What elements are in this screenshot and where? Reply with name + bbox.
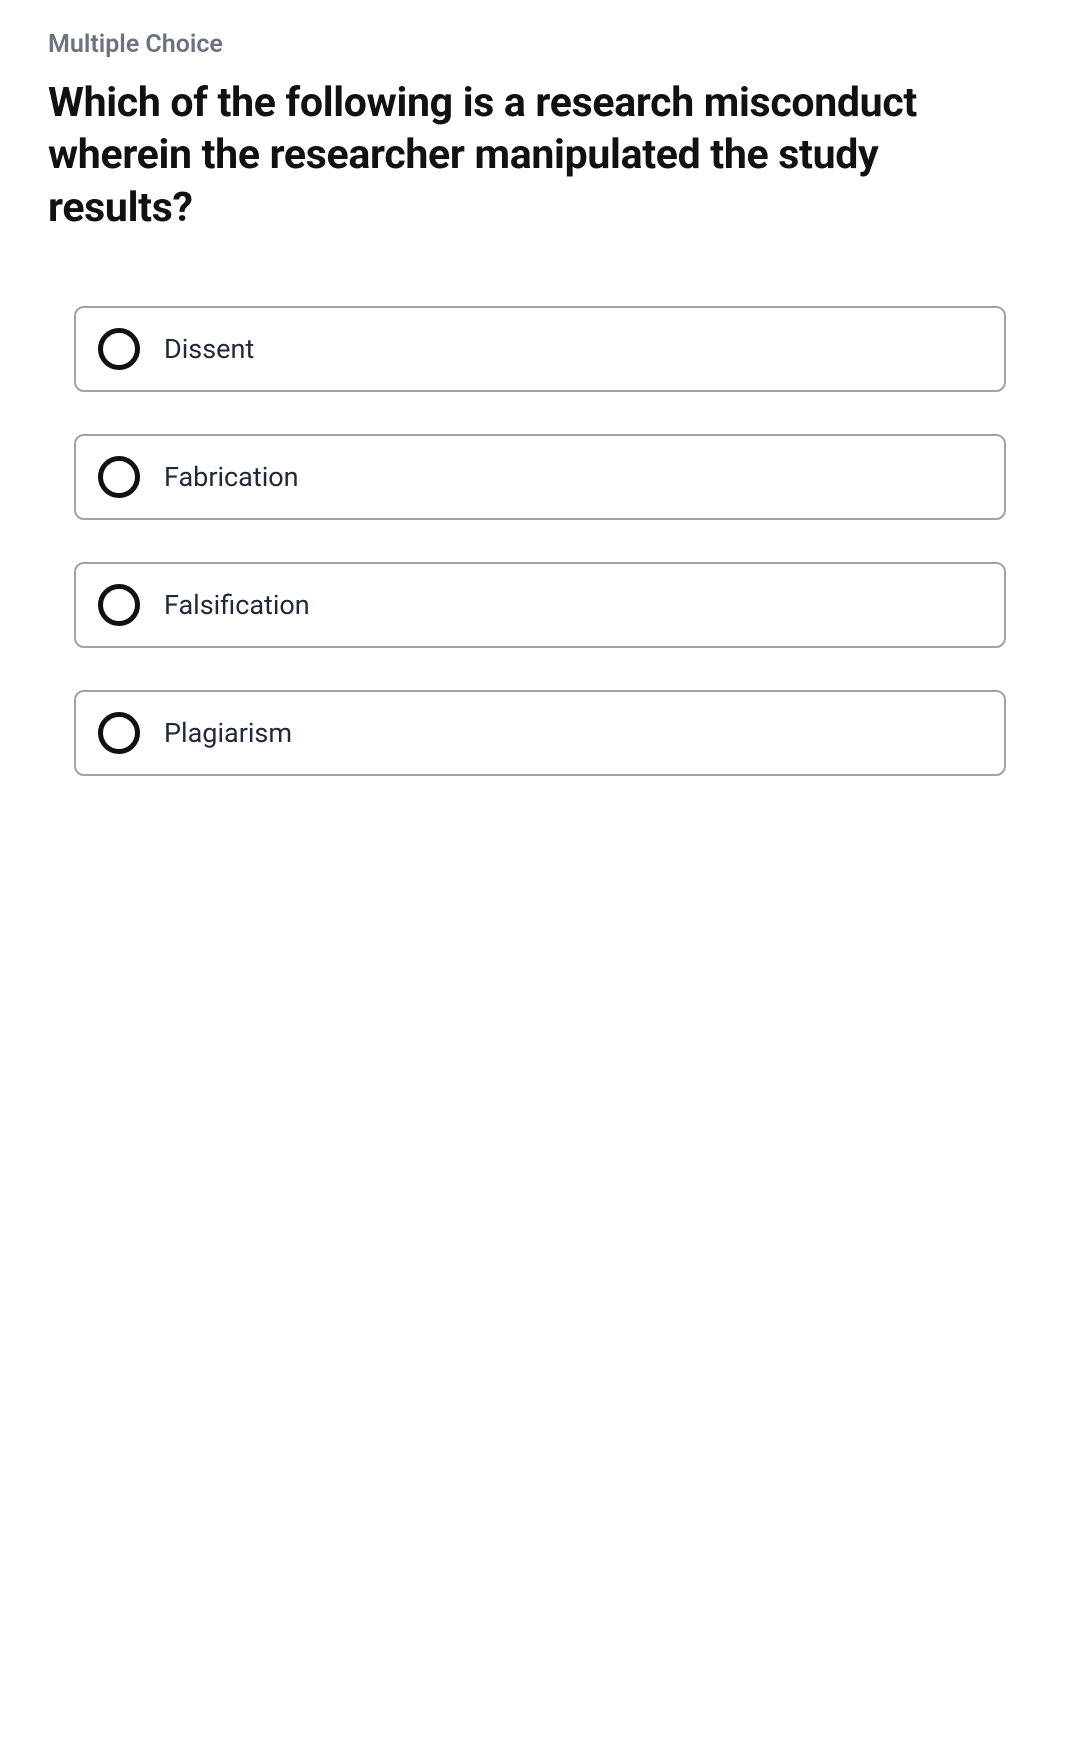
radio-icon [98,712,140,754]
option-label: Plagiarism [164,717,292,749]
radio-icon [98,584,140,626]
question-type-label: Multiple Choice [48,30,1032,59]
option-label: Falsification [164,589,310,621]
option-falsification[interactable]: Falsification [74,562,1006,648]
option-fabrication[interactable]: Fabrication [74,434,1006,520]
option-label: Fabrication [164,461,299,493]
option-plagiarism[interactable]: Plagiarism [74,690,1006,776]
question-text: Which of the following is a research mis… [48,77,1032,234]
radio-icon [98,456,140,498]
options-container: Dissent Fabrication Falsification Plagia… [48,306,1032,776]
option-dissent[interactable]: Dissent [74,306,1006,392]
radio-icon [98,328,140,370]
option-label: Dissent [164,333,254,365]
